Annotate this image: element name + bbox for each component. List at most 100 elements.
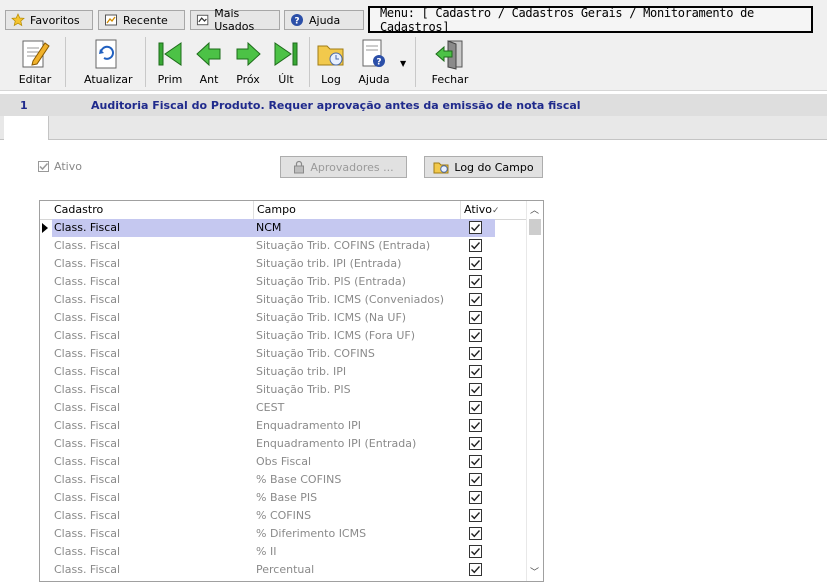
cell-ativo[interactable] xyxy=(460,399,495,417)
cell-ativo[interactable] xyxy=(460,525,495,543)
ult-button[interactable]: Últ xyxy=(266,37,306,86)
ajuda-dropdown-icon[interactable]: ▼ xyxy=(400,59,406,68)
log-do-campo-button[interactable]: Log do Campo xyxy=(424,156,543,178)
table-row[interactable]: Class. Fiscal Situação Trib. COFINS (Entr… xyxy=(40,237,495,255)
table-row[interactable]: Class. Fiscal Situação Trib. PIS xyxy=(40,381,495,399)
cell-campo[interactable]: Percentual xyxy=(253,561,460,579)
column-header-ativo[interactable]: Ativo✓ xyxy=(460,201,500,219)
cell-campo[interactable]: CEST xyxy=(253,399,460,417)
sub-tab-active[interactable] xyxy=(4,116,49,140)
ativo-row-checkbox[interactable] xyxy=(469,491,482,504)
ativo-row-checkbox[interactable] xyxy=(469,437,482,450)
table-row[interactable]: Class. Fiscal Situação trib. IPI (Entrada… xyxy=(40,255,495,273)
cell-campo[interactable]: % II xyxy=(253,543,460,561)
vertical-scrollbar[interactable]: ︿ ﹀ xyxy=(526,201,543,581)
log-button[interactable]: Log xyxy=(311,37,351,86)
cell-ativo[interactable] xyxy=(460,219,495,237)
table-row[interactable]: Class. Fiscal Situação Trib. PIS (Entrada… xyxy=(40,273,495,291)
ativo-row-checkbox[interactable] xyxy=(469,455,482,468)
cell-campo[interactable]: Obs Fiscal xyxy=(253,453,460,471)
ativo-row-checkbox[interactable] xyxy=(469,563,482,576)
cell-cadastro[interactable]: Class. Fiscal xyxy=(52,309,253,327)
table-row[interactable]: Class. Fiscal% Diferimento ICMS xyxy=(40,525,495,543)
table-row[interactable]: Class. Fiscal Enquadramento IPI xyxy=(40,417,495,435)
cell-ativo[interactable] xyxy=(460,309,495,327)
ativo-row-checkbox[interactable] xyxy=(469,221,482,234)
scroll-up-icon[interactable]: ︿ xyxy=(530,203,539,216)
editar-button[interactable]: Editar xyxy=(15,37,55,86)
cell-cadastro[interactable]: Class. Fiscal xyxy=(52,561,253,579)
cell-ativo[interactable] xyxy=(460,381,495,399)
ativo-row-checkbox[interactable] xyxy=(469,383,482,396)
cell-campo[interactable]: NCM xyxy=(253,219,460,237)
cell-cadastro[interactable]: Class. Fiscal xyxy=(52,273,253,291)
ativo-row-checkbox[interactable] xyxy=(469,473,482,486)
cell-cadastro[interactable]: Class. Fiscal xyxy=(52,399,253,417)
cell-cadastro[interactable]: Class. Fiscal xyxy=(52,471,253,489)
cell-cadastro[interactable]: Class. Fiscal xyxy=(52,417,253,435)
ativo-row-checkbox[interactable] xyxy=(469,419,482,432)
cell-campo[interactable]: % Diferimento ICMS xyxy=(253,525,460,543)
cell-ativo[interactable] xyxy=(460,255,495,273)
cell-campo[interactable]: % Base COFINS xyxy=(253,471,460,489)
cell-campo[interactable]: % Base PIS xyxy=(253,489,460,507)
cell-ativo[interactable] xyxy=(460,435,495,453)
ativo-row-checkbox[interactable] xyxy=(469,401,482,414)
table-row[interactable]: Class. Fiscal Situação Trib. COFINS xyxy=(40,345,495,363)
table-row[interactable]: Class. Fiscal Situação Trib. ICMS (Conven… xyxy=(40,291,495,309)
ativo-row-checkbox[interactable] xyxy=(469,347,482,360)
table-row[interactable]: Class. Fiscal% II xyxy=(40,543,495,561)
table-row[interactable]: Class. Fiscal Enquadramento IPI (Entrada) xyxy=(40,435,495,453)
table-row[interactable]: Class. Fiscal Percentual xyxy=(40,561,495,579)
cell-ativo[interactable] xyxy=(460,345,495,363)
cell-cadastro[interactable]: Class. Fiscal xyxy=(52,507,253,525)
cell-cadastro[interactable]: Class. Fiscal xyxy=(52,525,253,543)
prox-button[interactable]: Próx xyxy=(228,37,268,86)
ant-button[interactable]: Ant xyxy=(189,37,229,86)
ativo-row-checkbox[interactable] xyxy=(469,545,482,558)
cell-ativo[interactable] xyxy=(460,273,495,291)
cell-ativo[interactable] xyxy=(460,561,495,579)
ativo-row-checkbox[interactable] xyxy=(469,329,482,342)
cell-campo[interactable]: Situação Trib. ICMS (Fora UF) xyxy=(253,327,460,345)
ativo-row-checkbox[interactable] xyxy=(469,275,482,288)
cell-campo[interactable]: Situação Trib. ICMS (Na UF) xyxy=(253,309,460,327)
cell-cadastro[interactable]: Class. Fiscal xyxy=(52,453,253,471)
cell-ativo[interactable] xyxy=(460,417,495,435)
cell-campo[interactable]: Situação Trib. COFINS xyxy=(253,345,460,363)
cell-ativo[interactable] xyxy=(460,291,495,309)
cell-campo[interactable]: Situação Trib. ICMS (Conveniados) xyxy=(253,291,460,309)
column-header-cadastro[interactable]: Cadastro xyxy=(51,201,253,219)
cell-campo[interactable]: Situação Trib. PIS (Entrada) xyxy=(253,273,460,291)
cell-ativo[interactable] xyxy=(460,327,495,345)
cell-ativo[interactable] xyxy=(460,507,495,525)
cell-ativo[interactable] xyxy=(460,471,495,489)
table-row[interactable]: Class. Fiscal CEST xyxy=(40,399,495,417)
table-row[interactable]: Class. Fiscal Situação Trib. ICMS (Na UF) xyxy=(40,309,495,327)
aprovadores-button[interactable]: Aprovadores ... xyxy=(280,156,407,178)
ativo-checkbox-box[interactable] xyxy=(38,161,49,172)
ativo-row-checkbox[interactable] xyxy=(469,365,482,378)
tab-mais-usados[interactable]: Mais Usados xyxy=(190,7,280,33)
cell-ativo[interactable] xyxy=(460,453,495,471)
ativo-row-checkbox[interactable] xyxy=(469,239,482,252)
cell-campo[interactable]: Enquadramento IPI xyxy=(253,417,460,435)
cell-ativo[interactable] xyxy=(460,489,495,507)
ativo-row-checkbox[interactable] xyxy=(469,311,482,324)
scroll-down-icon[interactable]: ﹀ xyxy=(530,565,539,578)
tab-favoritos[interactable]: Favoritos xyxy=(5,10,93,30)
cell-cadastro[interactable]: Class. Fiscal xyxy=(52,345,253,363)
cell-cadastro[interactable]: Class. Fiscal xyxy=(52,237,253,255)
cell-campo[interactable]: Situação Trib. COFINS (Entrada) xyxy=(253,237,460,255)
table-row[interactable]: Class. Fiscal Situação Trib. ICMS (Fora U… xyxy=(40,327,495,345)
table-row[interactable]: Class. Fiscal% COFINS xyxy=(40,507,495,525)
ativo-row-checkbox[interactable] xyxy=(469,293,482,306)
ativo-row-checkbox[interactable] xyxy=(469,527,482,540)
table-row[interactable]: Class. Fiscal Situação trib. IPI xyxy=(40,363,495,381)
table-row[interactable]: Class. Fiscal Obs Fiscal xyxy=(40,453,495,471)
cell-cadastro[interactable]: Class. Fiscal xyxy=(52,543,253,561)
ativo-row-checkbox[interactable] xyxy=(469,257,482,270)
column-header-campo[interactable]: Campo xyxy=(253,201,460,219)
cell-ativo[interactable] xyxy=(460,237,495,255)
cell-cadastro[interactable]: Class. Fiscal xyxy=(52,255,253,273)
